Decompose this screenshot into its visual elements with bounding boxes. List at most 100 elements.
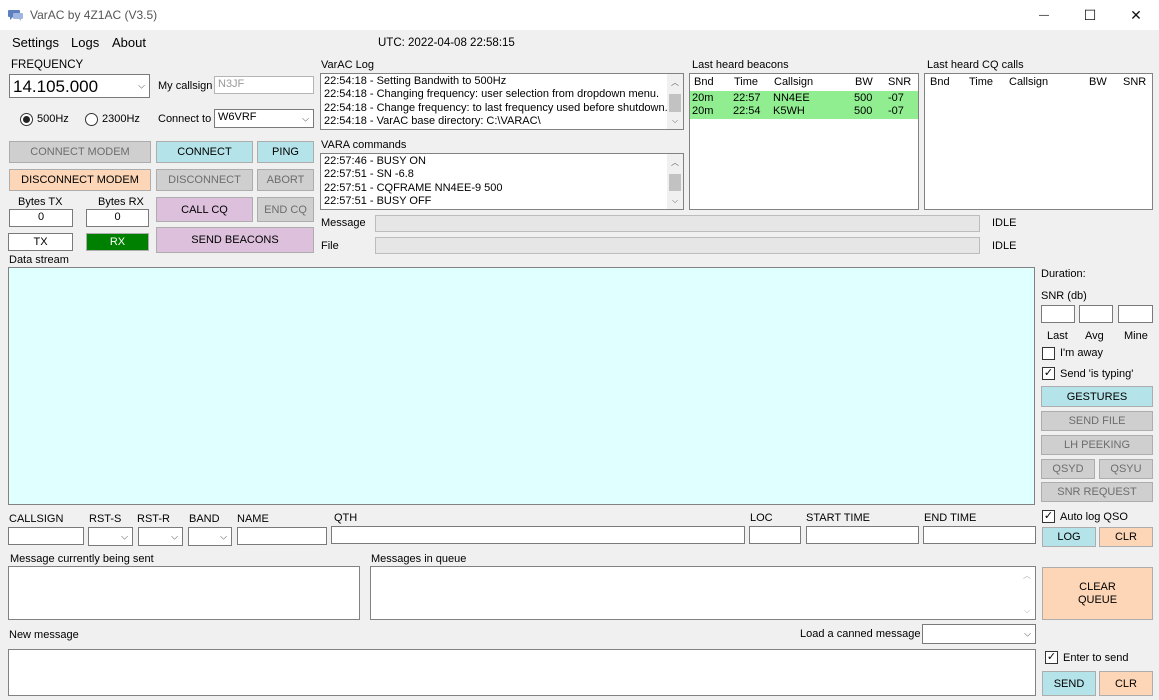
col-snr[interactable]: SNR bbox=[1123, 76, 1146, 88]
snr-request-button[interactable]: SNR REQUEST bbox=[1041, 482, 1153, 502]
maximize-button[interactable]: ☐ bbox=[1067, 0, 1113, 30]
col-time[interactable]: Time bbox=[969, 76, 993, 88]
qso-qth-input[interactable] bbox=[331, 526, 745, 544]
snr-avg-label: Avg bbox=[1085, 330, 1104, 342]
col-bw[interactable]: BW bbox=[855, 76, 873, 88]
file-state: IDLE bbox=[992, 240, 1017, 252]
gestures-button[interactable]: GESTURES bbox=[1041, 386, 1153, 407]
queue-scrollbar[interactable]: ︿ ⌵ bbox=[1019, 567, 1035, 619]
bw-2300-label: 2300Hz bbox=[102, 113, 140, 125]
scroll-up-icon[interactable]: ︿ bbox=[667, 154, 683, 170]
qso-name-input[interactable] bbox=[237, 527, 327, 545]
datastream-label: Data stream bbox=[9, 254, 69, 266]
col-callsign[interactable]: Callsign bbox=[1009, 76, 1048, 88]
send-file-button[interactable]: SEND FILE bbox=[1041, 411, 1153, 431]
bytes-rx-value: 0 bbox=[86, 209, 149, 227]
col-bw[interactable]: BW bbox=[1089, 76, 1107, 88]
rx-indicator: RX bbox=[86, 233, 149, 251]
col-time[interactable]: Time bbox=[734, 76, 758, 88]
connect-to-label: Connect to bbox=[158, 113, 212, 125]
lh-peeking-button[interactable]: LH PEEKING bbox=[1041, 435, 1153, 455]
message-progress-label: Message bbox=[321, 217, 366, 229]
qso-start-time-input[interactable] bbox=[806, 526, 919, 544]
menu-settings[interactable]: Settings bbox=[12, 35, 59, 50]
qso-rst-s-select[interactable]: ⌵ bbox=[88, 527, 133, 546]
menu-logs[interactable]: Logs bbox=[71, 35, 99, 50]
qso-end-time-input[interactable] bbox=[923, 526, 1036, 544]
vara-commands-scrollbar[interactable]: ︿ ⌵ bbox=[667, 154, 683, 209]
cq-calls-grid[interactable]: Bnd Time Callsign BW SNR bbox=[924, 73, 1153, 210]
scroll-down-icon[interactable]: ⌵ bbox=[667, 113, 683, 129]
col-bnd[interactable]: Bnd bbox=[694, 76, 714, 88]
bw-500-label: 500Hz bbox=[37, 113, 69, 125]
beacons-grid[interactable]: Bnd Time Callsign BW SNR 20m 22:57 NN4EE… bbox=[689, 73, 919, 210]
minimize-button[interactable]: — bbox=[1021, 0, 1067, 30]
file-progress-bar bbox=[375, 237, 980, 254]
col-snr[interactable]: SNR bbox=[888, 76, 911, 88]
varac-log-scrollbar[interactable]: ︿ ⌵ bbox=[667, 74, 683, 129]
qso-end-time-label: END TIME bbox=[924, 512, 977, 524]
scroll-down-icon[interactable]: ⌵ bbox=[667, 193, 683, 209]
qso-rst-r-select[interactable]: ⌵ bbox=[138, 527, 183, 546]
command-line: 22:57:51 - SN -6.8 bbox=[324, 168, 414, 181]
send-typing-checkbox[interactable]: ✓ bbox=[1042, 367, 1055, 380]
qso-band-select[interactable]: ⌵ bbox=[188, 527, 232, 546]
scroll-up-icon[interactable]: ︿ bbox=[1019, 567, 1035, 583]
close-icon: ✕ bbox=[1130, 6, 1142, 23]
cq-calls-header: Bnd Time Callsign BW SNR bbox=[925, 75, 1152, 90]
ping-button[interactable]: PING bbox=[257, 141, 314, 163]
message-progress-bar bbox=[375, 215, 980, 232]
clr-log-button[interactable]: CLR bbox=[1099, 527, 1153, 547]
qsyu-button[interactable]: QSYU bbox=[1099, 459, 1153, 479]
utc-clock: UTC: 2022-04-08 22:58:15 bbox=[378, 37, 515, 49]
qso-loc-label: LOC bbox=[750, 512, 773, 524]
scroll-up-icon[interactable]: ︿ bbox=[667, 74, 683, 90]
abort-button[interactable]: ABORT bbox=[257, 169, 314, 191]
scroll-thumb[interactable] bbox=[669, 174, 681, 191]
bw-500-radio[interactable] bbox=[20, 113, 33, 126]
varac-log-label: VarAC Log bbox=[321, 59, 374, 71]
current-message-label: Message currently being sent bbox=[10, 553, 154, 565]
queue-box[interactable]: ︿ ⌵ bbox=[370, 566, 1036, 620]
call-cq-button[interactable]: CALL CQ bbox=[156, 197, 253, 222]
close-button[interactable]: ✕ bbox=[1113, 0, 1159, 30]
connect-to-select[interactable]: W6VRF ⌵ bbox=[214, 109, 314, 128]
chevron-down-icon: ⌵ bbox=[1024, 628, 1031, 639]
new-message-input[interactable] bbox=[8, 649, 1036, 696]
send-button[interactable]: SEND bbox=[1042, 671, 1096, 696]
connect-button[interactable]: CONNECT bbox=[156, 141, 253, 163]
im-away-checkbox[interactable] bbox=[1042, 347, 1055, 360]
clr-message-button[interactable]: CLR bbox=[1099, 671, 1153, 696]
col-bnd[interactable]: Bnd bbox=[930, 76, 950, 88]
scroll-thumb[interactable] bbox=[669, 94, 681, 112]
col-callsign[interactable]: Callsign bbox=[774, 76, 813, 88]
scroll-down-icon[interactable]: ⌵ bbox=[1019, 603, 1035, 619]
qsyd-button[interactable]: QSYD bbox=[1041, 459, 1095, 479]
frequency-select[interactable]: 14.105.000 ⌵ bbox=[9, 74, 150, 98]
menu-about[interactable]: About bbox=[112, 35, 146, 50]
qso-loc-input[interactable] bbox=[749, 526, 801, 544]
log-button[interactable]: LOG bbox=[1042, 527, 1096, 547]
check-icon: ✓ bbox=[1046, 651, 1057, 663]
vara-commands-list[interactable]: 22:57:46 - BUSY ON 22:57:51 - SN -6.8 22… bbox=[320, 153, 684, 210]
snr-avg-field bbox=[1079, 305, 1113, 323]
auto-log-checkbox[interactable]: ✓ bbox=[1042, 510, 1055, 523]
disconnect-button[interactable]: DISCONNECT bbox=[156, 169, 253, 191]
clear-queue-button[interactable]: CLEAR QUEUE bbox=[1042, 567, 1153, 620]
app-chat-icon bbox=[8, 10, 23, 21]
beacon-row[interactable]: 20m 22:54 K5WH 500 -07 bbox=[690, 104, 918, 119]
disconnect-modem-button[interactable]: DISCONNECT MODEM bbox=[9, 169, 151, 191]
enter-to-send-checkbox[interactable]: ✓ bbox=[1045, 651, 1058, 664]
bw-2300-radio[interactable] bbox=[85, 113, 98, 126]
maximize-icon: ☐ bbox=[1083, 6, 1097, 23]
qso-qth-label: QTH bbox=[334, 512, 358, 524]
connect-modem-button[interactable]: CONNECT MODEM bbox=[9, 141, 151, 163]
send-beacons-button[interactable]: SEND BEACONS bbox=[156, 227, 314, 253]
my-callsign-input[interactable]: N3JF bbox=[214, 76, 314, 94]
qso-callsign-input[interactable] bbox=[8, 527, 84, 545]
vara-commands-label: VARA commands bbox=[321, 139, 407, 151]
end-cq-button[interactable]: END CQ bbox=[257, 197, 314, 222]
datastream-area[interactable] bbox=[8, 267, 1035, 505]
canned-message-select[interactable]: ⌵ bbox=[922, 624, 1036, 644]
varac-log-list[interactable]: 22:54:18 - Setting Bandwith to 500Hz 22:… bbox=[320, 73, 684, 130]
